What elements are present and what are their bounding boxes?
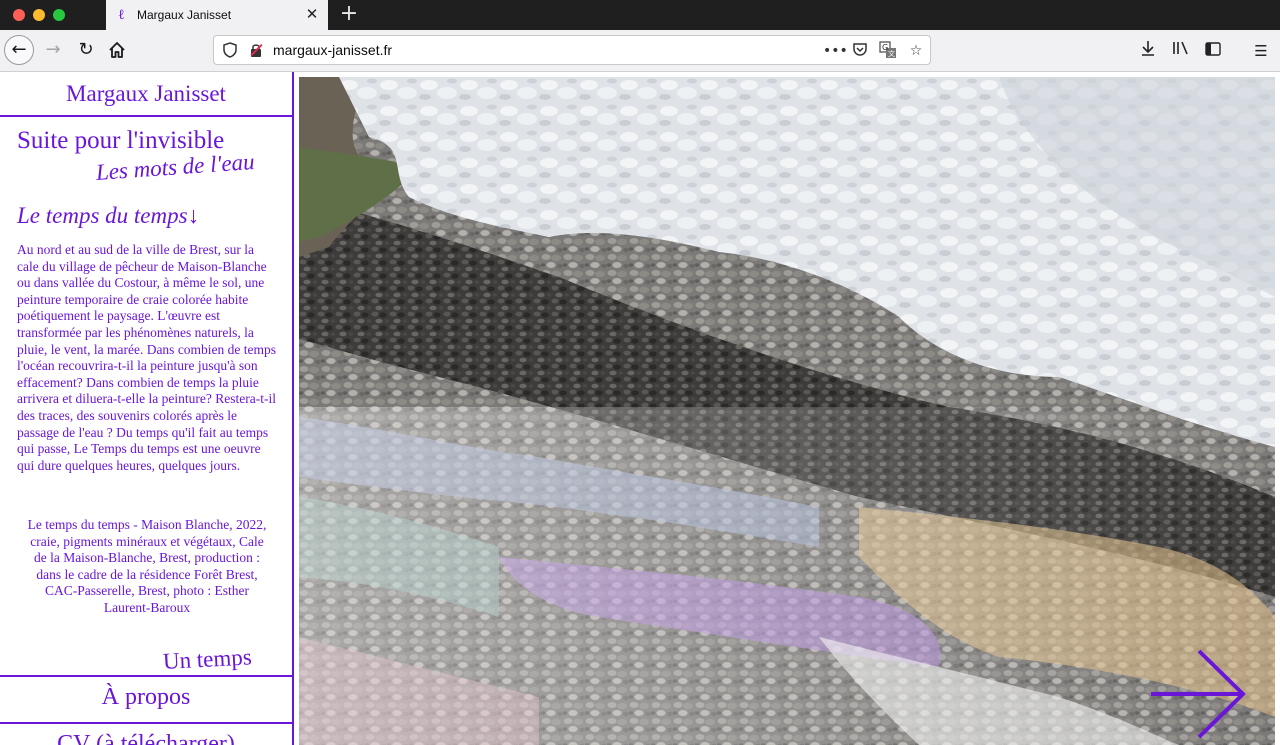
forward-icon[interactable]: → bbox=[38, 35, 68, 65]
sidebar-icon[interactable] bbox=[1202, 40, 1224, 62]
next-arrow-icon[interactable] bbox=[1149, 649, 1249, 739]
home-icon[interactable] bbox=[102, 35, 132, 65]
more-icon[interactable]: ••• bbox=[823, 41, 848, 61]
menu-icon[interactable]: ☰ bbox=[1250, 40, 1272, 62]
navigation-toolbar: ← → ↻ margaux-janisset.fr ••• G文 ☆ ☰ bbox=[0, 30, 1280, 72]
about-link[interactable]: À propos bbox=[0, 684, 292, 711]
site-sidebar: Margaux Janisset Suite pour l'invisible … bbox=[0, 72, 294, 745]
divider bbox=[0, 675, 292, 677]
new-tab-icon[interactable]: + bbox=[339, 3, 359, 25]
project-link-un-temps[interactable]: Un temps bbox=[162, 644, 252, 675]
insecure-lock-icon[interactable] bbox=[248, 42, 264, 58]
tab-bar: ℓ Margaux Janisset ✕ + bbox=[0, 0, 1280, 30]
translate-icon[interactable]: G文 bbox=[878, 41, 898, 61]
library-icon[interactable] bbox=[1170, 40, 1192, 62]
tab-title: Margaux Janisset bbox=[137, 8, 232, 22]
shore-chalk-painting-image bbox=[299, 77, 1275, 745]
divider bbox=[0, 722, 292, 724]
divider bbox=[0, 115, 292, 117]
project-description: Au nord et au sud de la ville de Brest, … bbox=[17, 242, 277, 473]
reload-icon[interactable]: ↻ bbox=[71, 35, 101, 65]
svg-text:文: 文 bbox=[888, 49, 895, 58]
web-page: Margaux Janisset Suite pour l'invisible … bbox=[0, 72, 1280, 745]
back-icon[interactable]: ← bbox=[4, 35, 34, 65]
project-link-le-temps-du-temps[interactable]: Le temps du temps↓ bbox=[17, 203, 199, 229]
project-link-suite-pour-l-invisible[interactable]: Suite pour l'invisible bbox=[17, 127, 224, 155]
star-icon[interactable]: ☆ bbox=[906, 41, 926, 61]
image-caption: Le temps du temps - Maison Blanche, 2022… bbox=[27, 517, 267, 615]
close-icon[interactable]: ✕ bbox=[304, 6, 320, 22]
site-title[interactable]: Margaux Janisset bbox=[0, 81, 292, 107]
download-icon[interactable] bbox=[1137, 40, 1159, 62]
url-text: margaux-janisset.fr bbox=[273, 42, 393, 58]
shield-icon[interactable] bbox=[222, 42, 238, 58]
url-bar[interactable]: margaux-janisset.fr ••• G文 ☆ bbox=[213, 35, 931, 65]
cv-download-link[interactable]: CV (à télécharger) bbox=[0, 731, 292, 745]
window-close-button[interactable] bbox=[13, 9, 25, 21]
project-photo bbox=[299, 77, 1275, 745]
window-zoom-button[interactable] bbox=[53, 9, 65, 21]
active-tab[interactable]: ℓ Margaux Janisset ✕ bbox=[106, 0, 328, 30]
pocket-icon[interactable] bbox=[850, 41, 870, 61]
window-minimize-button[interactable] bbox=[33, 9, 45, 21]
site-favicon-icon: ℓ bbox=[118, 7, 125, 23]
